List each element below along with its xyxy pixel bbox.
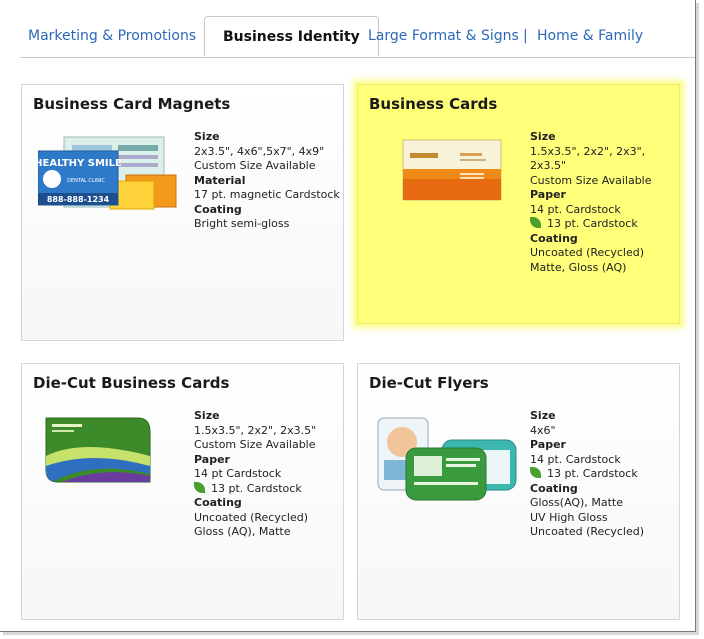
spec-line: Uncoated (Recycled)	[194, 510, 309, 524]
spec-line: 14 pt. Cardstock	[530, 452, 621, 466]
spec-heading: Coating	[530, 231, 578, 245]
product-title[interactable]: Business Card Magnets	[33, 95, 230, 113]
spec-line: Matte, Gloss (AQ)	[530, 260, 627, 274]
spec-line: 17 pt. magnetic Cardstock	[194, 188, 340, 201]
die-cut-card-product-image[interactable]	[42, 416, 154, 486]
die-cut-flyer-product-image[interactable]	[376, 414, 518, 504]
spec-line: Uncoated (Recycled)	[530, 246, 645, 259]
tab-separator: |	[523, 28, 528, 44]
spec-heading: Size	[194, 130, 220, 143]
spec-line: 14 pt. Cardstock	[530, 202, 621, 216]
spec-line: 1.5x3.5", 2x2", 2x3", 2x3.5"	[530, 144, 646, 173]
spec-line: Custom Size Available	[530, 173, 652, 187]
spec-heading: Coating	[530, 481, 578, 495]
product-title[interactable]: Business Cards	[369, 95, 497, 113]
product-card-die-cut-business-cards[interactable]: Die-Cut Business Cards Size 1.5x3.5", 2x…	[21, 363, 344, 620]
spec-line: UV High Gloss	[530, 510, 608, 524]
eco-leaf-icon	[530, 217, 541, 228]
spec-heading: Size	[530, 130, 556, 143]
tab-large-format-signs[interactable]: Large Format & Signs	[368, 28, 519, 44]
spec-line: Gloss(AQ), Matte	[530, 496, 623, 509]
product-specs: Size 1.5x3.5", 2x2", 2x3", 2x3.5" Custom…	[530, 130, 679, 275]
spec-line: Gloss (AQ), Matte	[194, 525, 291, 538]
spec-heading: Size	[530, 409, 556, 422]
business-card-product-image[interactable]	[402, 139, 504, 203]
spec-heading: Size	[194, 409, 220, 422]
spec-line: 14 pt Cardstock	[194, 467, 282, 480]
spec-line: Bright semi-gloss	[194, 217, 290, 230]
spec-line: 2x3.5", 4x6",5x7", 4x9"	[194, 144, 325, 158]
tab-business-identity[interactable]: Business Identity	[204, 16, 379, 57]
product-card-die-cut-flyers[interactable]: Die-Cut Flyers Size 4x6" Paper 14 pt. Ca…	[357, 363, 680, 620]
tab-home-family[interactable]: Home & Family	[537, 28, 643, 44]
category-tabbar: Marketing & Promotions Business Identity…	[20, 0, 695, 58]
product-card-business-card-magnets[interactable]: Business Card Magnets HEALTHY SMILE DENT…	[21, 84, 344, 341]
spec-line-eco: 13 pt. Cardstock	[194, 481, 316, 497]
spec-line-eco: 13 pt. Cardstock	[530, 217, 679, 232]
spec-heading: Coating	[194, 202, 242, 216]
product-title[interactable]: Die-Cut Business Cards	[33, 374, 229, 392]
magnets-product-image[interactable]: HEALTHY SMILE DENTAL CLINIC 888-888-1234	[38, 135, 178, 217]
spec-heading: Material	[194, 173, 246, 187]
spec-heading: Paper	[530, 188, 566, 201]
magnet-headline: HEALTHY SMILE	[38, 158, 122, 169]
spec-heading: Coating	[194, 496, 242, 509]
spec-line: 4x6"	[530, 423, 556, 437]
eco-leaf-icon	[530, 467, 541, 478]
spec-heading: Paper	[194, 452, 230, 466]
product-specs: Size 1.5x3.5", 2x2", 2x3.5" Custom Size …	[194, 409, 316, 540]
spec-line-eco-text: 13 pt. Cardstock	[211, 481, 302, 495]
spec-line: Uncoated (Recycled)	[530, 525, 645, 538]
tab-marketing-promotions[interactable]: Marketing & Promotions	[28, 28, 196, 44]
product-specs: Size 2x3.5", 4x6",5x7", 4x9" Custom Size…	[194, 130, 340, 232]
product-card-business-cards[interactable]: Business Cards Size 1.5x3.5", 2x2", 2x3"…	[357, 84, 680, 324]
magnet-phone: 888-888-1234	[47, 195, 110, 204]
spec-line: Custom Size Available	[194, 159, 316, 172]
spec-line: Custom Size Available	[194, 438, 316, 451]
product-specs: Size 4x6" Paper 14 pt. Cardstock 13 pt. …	[530, 409, 644, 540]
spec-line-eco: 13 pt. Cardstock	[530, 467, 644, 482]
eco-leaf-icon	[194, 481, 205, 493]
spec-line: 1.5x3.5", 2x2", 2x3.5"	[194, 423, 317, 437]
product-title[interactable]: Die-Cut Flyers	[369, 374, 489, 392]
spec-heading: Paper	[530, 438, 566, 451]
magnet-subline: DENTAL CLINIC	[67, 178, 105, 184]
spec-line-eco-text: 13 pt. Cardstock	[547, 217, 638, 230]
spec-line-eco-text: 13 pt. Cardstock	[547, 467, 638, 480]
